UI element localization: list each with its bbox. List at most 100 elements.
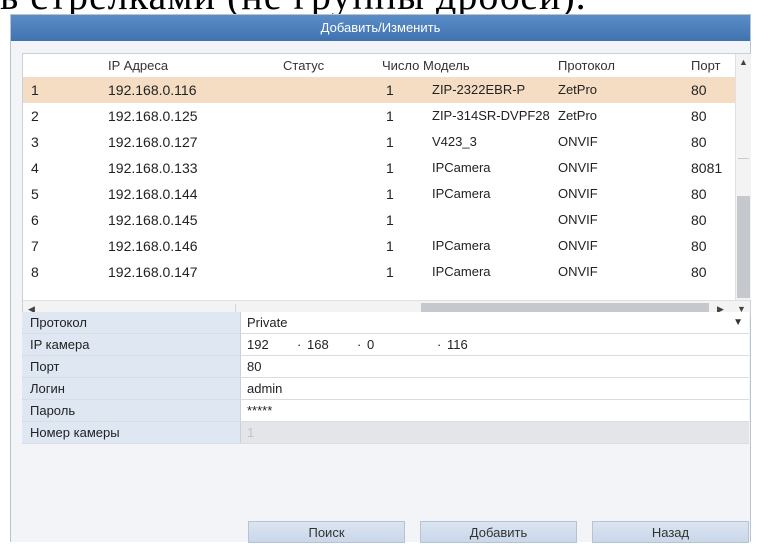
table-row[interactable]: 2 192.168.0.125 1 ZIP-314SR-DVPF28 ZetPro 80 <box>23 103 735 129</box>
scroll-up-icon[interactable]: ▲ <box>739 57 748 67</box>
login-label: Логин <box>22 378 241 399</box>
camera-number-label: Номер камеры <box>22 422 241 443</box>
model-cell: ZIP-314SR-DVPF28 <box>432 108 550 123</box>
table-row[interactable]: 3 192.168.0.127 1 V423_3 ONVIF 80 <box>23 129 735 155</box>
count-cell: 1 <box>386 186 394 202</box>
table-row[interactable]: 8 192.168.0.147 1 IPCamera ONVIF 80 <box>23 259 735 285</box>
ip-dot: · <box>297 337 302 352</box>
table-row[interactable]: 6 192.168.0.145 1 ONVIF 80 <box>23 207 735 233</box>
password-row: Пароль ***** <box>22 400 749 422</box>
protocol-row: Протокол Private ▼ <box>22 312 749 334</box>
ip-cell: 192.168.0.133 <box>108 160 198 176</box>
row-number: 1 <box>31 82 39 98</box>
ip-row: IP камера 192 · 168 · 0 · 116 <box>22 334 749 356</box>
model-cell: IPCamera <box>432 238 491 253</box>
row-number: 6 <box>31 212 39 228</box>
search-button[interactable]: Поиск <box>248 521 405 543</box>
table-header: IP Адреса Статус Число Модель Протокол П… <box>23 54 735 75</box>
count-cell: 1 <box>386 212 394 228</box>
table-row[interactable]: 5 192.168.0.144 1 IPCamera ONVIF 80 <box>23 181 735 207</box>
count-cell: 1 <box>386 160 394 176</box>
port-cell: 80 <box>691 264 707 280</box>
protocol-label: Протокол <box>22 312 241 333</box>
protocol-cell: ONVIF <box>558 238 598 253</box>
row-number: 4 <box>31 160 39 176</box>
row-number: 5 <box>31 186 39 202</box>
port-cell: 80 <box>691 108 707 124</box>
protocol-cell: ZetPro <box>558 82 598 97</box>
camera-form: Протокол Private ▼ IP камера 192 · 168 ·… <box>22 312 749 444</box>
table-row[interactable]: 1 192.168.0.116 1 ZIP-2322EBR-P ZetPro 80 <box>23 77 735 103</box>
vertical-scrollbar[interactable]: ▲ <box>735 54 751 300</box>
row-number: 8 <box>31 264 39 280</box>
header-port[interactable]: Порт <box>691 58 720 73</box>
scroll-track-mark <box>738 158 749 159</box>
model-cell: IPCamera <box>432 186 491 201</box>
model-cell: IPCamera <box>432 160 491 175</box>
ip-dot: · <box>437 337 442 352</box>
port-cell: 8081 <box>691 160 723 176</box>
count-cell: 1 <box>386 134 394 150</box>
ip-octet-2[interactable]: 168 <box>307 334 329 355</box>
password-label: Пароль <box>22 400 241 421</box>
ip-cell: 192.168.0.144 <box>108 186 198 202</box>
row-number: 2 <box>31 108 39 124</box>
count-cell: 1 <box>386 82 394 98</box>
model-cell: V423_3 <box>432 134 477 149</box>
password-input[interactable]: ***** <box>241 400 749 421</box>
protocol-cell: ONVIF <box>558 134 598 149</box>
model-cell: ZIP-2322EBR-P <box>432 82 526 97</box>
header-protocol[interactable]: Протокол <box>558 58 615 73</box>
header-count[interactable]: Число <box>382 58 419 73</box>
port-cell: 80 <box>691 212 707 228</box>
protocol-cell: ONVIF <box>558 264 598 279</box>
dialog-title: Добавить/Изменить <box>11 15 750 41</box>
ip-label: IP камера <box>22 334 241 355</box>
camera-number-row: Номер камеры 1 <box>22 422 749 444</box>
add-button[interactable]: Добавить <box>420 521 577 543</box>
ip-octet-1[interactable]: 192 <box>247 334 269 355</box>
count-cell: 1 <box>386 238 394 254</box>
vertical-scroll-thumb[interactable] <box>737 196 750 298</box>
protocol-cell: ONVIF <box>558 186 598 201</box>
protocol-cell: ONVIF <box>558 160 598 175</box>
login-input[interactable]: admin <box>241 378 749 399</box>
count-cell: 1 <box>386 108 394 124</box>
table-row[interactable]: 7 192.168.0.146 1 IPCamera ONVIF 80 <box>23 233 735 259</box>
port-cell: 80 <box>691 186 707 202</box>
protocol-select[interactable]: Private ▼ <box>241 312 749 333</box>
port-cell: 80 <box>691 82 707 98</box>
ip-cell: 192.168.0.127 <box>108 134 198 150</box>
login-row: Логин admin <box>22 378 749 400</box>
back-button[interactable]: Назад <box>592 521 749 543</box>
port-input[interactable]: 80 <box>241 356 749 377</box>
protocol-cell: ZetPro <box>558 108 598 123</box>
camera-number-input: 1 <box>241 422 749 443</box>
ip-octet-4[interactable]: 116 <box>447 334 468 355</box>
ip-cell: 192.168.0.125 <box>108 108 198 124</box>
protocol-cell: ONVIF <box>558 212 598 227</box>
header-model[interactable]: Модель <box>423 58 470 73</box>
ip-dot: · <box>357 337 362 352</box>
port-cell: 80 <box>691 134 707 150</box>
ip-cell: 192.168.0.146 <box>108 238 198 254</box>
protocol-value: Private <box>247 315 288 330</box>
device-table: IP Адреса Статус Число Модель Протокол П… <box>22 53 751 317</box>
port-row: Порт 80 <box>22 356 749 378</box>
table-row[interactable]: 4 192.168.0.133 1 IPCamera ONVIF 8081 <box>23 155 735 181</box>
ip-octet-3[interactable]: 0 <box>367 334 374 355</box>
chevron-down-icon[interactable]: ▼ <box>733 312 743 333</box>
ip-cell: 192.168.0.145 <box>108 212 198 228</box>
ip-cell: 192.168.0.147 <box>108 264 198 280</box>
add-edit-dialog: Добавить/Изменить IP Адреса Статус Число… <box>10 14 751 543</box>
model-cell: IPCamera <box>432 264 491 279</box>
header-ip[interactable]: IP Адреса <box>108 58 168 73</box>
header-status[interactable]: Статус <box>283 58 324 73</box>
row-number: 3 <box>31 134 39 150</box>
row-number: 7 <box>31 238 39 254</box>
ip-cell: 192.168.0.116 <box>108 82 197 98</box>
port-label: Порт <box>22 356 241 377</box>
ip-field[interactable]: 192 · 168 · 0 · 116 <box>241 334 749 355</box>
port-cell: 80 <box>691 238 707 254</box>
count-cell: 1 <box>386 264 394 280</box>
